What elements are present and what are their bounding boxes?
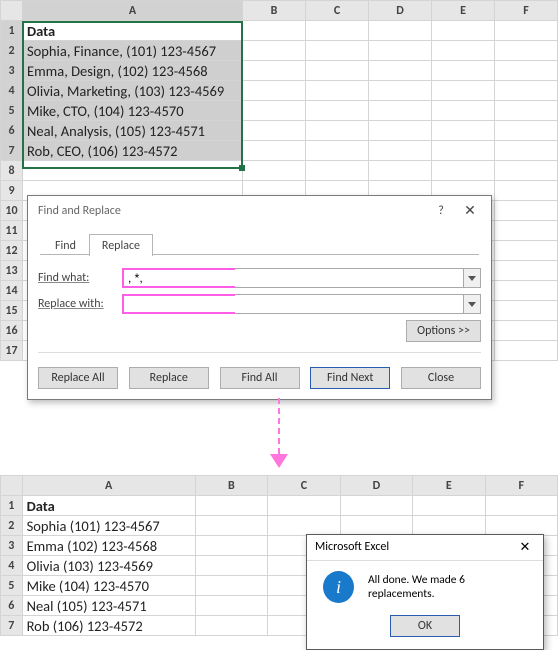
cell-header[interactable]: Data (23, 21, 243, 41)
row-header[interactable]: 9 (1, 181, 23, 201)
select-all-corner[interactable] (1, 1, 23, 21)
col-header-B[interactable]: B (243, 1, 306, 21)
row-header[interactable]: 7 (1, 141, 23, 161)
col-header-A[interactable]: A (22, 476, 195, 496)
cell-data[interactable]: Sophia, Finance, (101) 123-4567 (23, 41, 243, 61)
row-header[interactable]: 6 (1, 596, 23, 616)
cell-data[interactable]: Rob, CEO, (106) 123-4572 (23, 141, 243, 161)
find-replace-dialog: Find and Replace ? ✕ Find Replace Find w… (27, 195, 492, 400)
row-header[interactable]: 6 (1, 121, 23, 141)
row-header[interactable]: 13 (1, 261, 23, 281)
row-header[interactable]: 3 (1, 536, 23, 556)
col-header-E[interactable]: E (413, 476, 485, 496)
options-button[interactable]: Options >> (406, 320, 481, 342)
row-header[interactable]: 8 (1, 161, 23, 181)
replace-with-dropdown[interactable] (463, 295, 480, 313)
arrow-down-icon (270, 454, 288, 468)
row-header[interactable]: 1 (1, 21, 23, 41)
info-icon: i (323, 571, 354, 603)
close-icon[interactable]: ✕ (457, 202, 483, 219)
ok-button[interactable]: OK (390, 615, 460, 637)
find-all-button[interactable]: Find All (220, 367, 300, 389)
replace-with-input-wrap (122, 294, 235, 314)
row-header[interactable]: 5 (1, 101, 23, 121)
alert-title: Microsoft Excel (315, 540, 515, 555)
cell-data[interactable]: Rob (106) 123-4572 (22, 616, 195, 636)
cell-data[interactable]: Olivia (103) 123-4569 (22, 556, 195, 576)
tab-find[interactable]: Find (42, 234, 89, 256)
row-header[interactable]: 5 (1, 576, 23, 596)
flow-arrow (270, 398, 288, 468)
row-header[interactable]: 1 (1, 496, 23, 516)
tab-replace[interactable]: Replace (89, 234, 153, 256)
replace-with-label: Replace with: (38, 297, 122, 311)
cell-data[interactable]: Olivia, Marketing, (103) 123-4569 (23, 81, 243, 101)
row-header[interactable]: 17 (1, 341, 23, 361)
cell-header[interactable]: Data (22, 496, 195, 516)
cell-data[interactable]: Emma (102) 123-4568 (22, 536, 195, 556)
replacement-alert: Microsoft Excel ✕ i All done. We made 6 … (306, 534, 544, 650)
select-all-corner[interactable] (1, 476, 23, 496)
col-header-F[interactable]: F (495, 1, 558, 21)
replace-all-button[interactable]: Replace All (38, 367, 118, 389)
row-header[interactable]: 12 (1, 241, 23, 261)
row-header[interactable]: 15 (1, 301, 23, 321)
row-header[interactable]: 3 (1, 61, 23, 81)
col-header-A[interactable]: A (23, 1, 243, 21)
cell-data[interactable]: Mike, CTO, (104) 123-4570 (23, 101, 243, 121)
col-header-F[interactable]: F (485, 476, 557, 496)
dialog-title: Find and Replace (38, 204, 425, 218)
find-what-ext[interactable] (235, 269, 463, 287)
find-what-dropdown[interactable] (463, 269, 480, 287)
row-header[interactable]: 11 (1, 221, 23, 241)
row-header[interactable]: 4 (1, 556, 23, 576)
close-icon[interactable]: ✕ (515, 540, 535, 555)
cell-data[interactable]: Emma, Design, (102) 123-4568 (23, 61, 243, 81)
help-icon[interactable]: ? (431, 204, 451, 218)
cell-data[interactable]: Sophia (101) 123-4567 (22, 516, 195, 536)
col-header-D[interactable]: D (369, 1, 432, 21)
cell-data[interactable]: Neal (105) 123-4571 (22, 596, 195, 616)
row-header[interactable]: 2 (1, 41, 23, 61)
fill-handle[interactable] (239, 165, 245, 171)
row-header[interactable]: 10 (1, 201, 23, 221)
row-header[interactable]: 4 (1, 81, 23, 101)
col-header-C[interactable]: C (306, 1, 369, 21)
cell-data[interactable]: Neal, Analysis, (105) 123-4571 (23, 121, 243, 141)
col-header-D[interactable]: D (340, 476, 413, 496)
row-header[interactable]: 2 (1, 516, 23, 536)
cell-data[interactable]: Mike (104) 123-4570 (22, 576, 195, 596)
col-header-C[interactable]: C (268, 476, 340, 496)
find-next-button[interactable]: Find Next (310, 367, 390, 389)
find-what-label: Find what: (38, 271, 122, 285)
find-what-input-wrap (122, 268, 235, 288)
row-header[interactable]: 7 (1, 616, 23, 636)
replace-button[interactable]: Replace (129, 367, 209, 389)
row-header[interactable]: 14 (1, 281, 23, 301)
close-button[interactable]: Close (401, 367, 481, 389)
col-header-B[interactable]: B (195, 476, 267, 496)
alert-message: All done. We made 6 replacements. (368, 573, 529, 601)
col-header-E[interactable]: E (432, 1, 495, 21)
row-header[interactable]: 16 (1, 321, 23, 341)
replace-with-ext[interactable] (235, 295, 463, 313)
